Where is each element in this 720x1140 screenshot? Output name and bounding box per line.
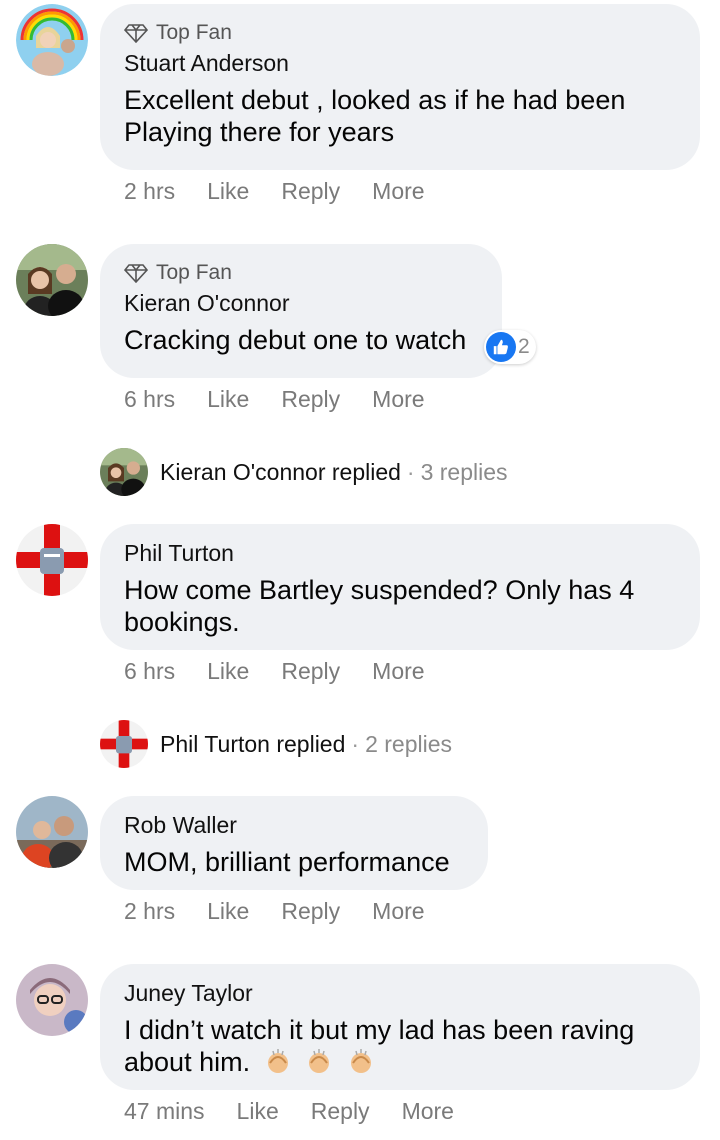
- reply-avatar: [100, 448, 148, 496]
- comment-author[interactable]: Stuart Anderson: [124, 48, 676, 78]
- comment-bubble: Top Fan Stuart Anderson Excellent debut …: [100, 4, 700, 170]
- separator-dot: ·: [406, 458, 415, 485]
- comment-actions: 2 hrs Like Reply More: [124, 178, 457, 205]
- timestamp[interactable]: 47 mins: [124, 1098, 205, 1125]
- avatar-rob[interactable]: [16, 796, 88, 868]
- comment-actions: 6 hrs Like Reply More: [124, 386, 457, 413]
- replies-author: Kieran O'connor replied: [160, 458, 401, 485]
- reply-button[interactable]: Reply: [311, 1098, 370, 1125]
- view-replies[interactable]: Phil Turton replied · 2 replies: [100, 720, 452, 768]
- timestamp[interactable]: 6 hrs: [124, 658, 175, 685]
- timestamp[interactable]: 2 hrs: [124, 178, 175, 205]
- like-button[interactable]: Like: [237, 1098, 279, 1125]
- separator-dot: ·: [351, 730, 360, 757]
- timestamp[interactable]: 6 hrs: [124, 386, 175, 413]
- comment-bubble: Juney Taylor I didn’t watch it but my la…: [100, 964, 700, 1090]
- clapping-hands-icon: [309, 1049, 330, 1073]
- reaction-count: 2: [518, 335, 530, 358]
- more-button[interactable]: More: [372, 178, 424, 205]
- comment-author[interactable]: Rob Waller: [124, 810, 464, 840]
- avatar-juney[interactable]: [16, 964, 88, 1036]
- like-button[interactable]: Like: [207, 658, 249, 685]
- comment-bubble: Top Fan Kieran O'connor Cracking debut o…: [100, 244, 502, 378]
- more-button[interactable]: More: [372, 386, 424, 413]
- comment-actions: 6 hrs Like Reply More: [124, 658, 457, 685]
- more-button[interactable]: More: [372, 898, 424, 925]
- comment-text: I didn’t watch it but my lad has been ra…: [124, 1014, 676, 1078]
- comment-text: How come Bartley suspended? Only has 4 b…: [124, 575, 635, 637]
- like-button[interactable]: Like: [207, 386, 249, 413]
- comment-bubble: Phil Turton How come Bartley suspended? …: [100, 524, 700, 650]
- comment-actions: 2 hrs Like Reply More: [124, 898, 457, 925]
- reply-button[interactable]: Reply: [281, 898, 340, 925]
- clapping-hands-icon: [350, 1049, 371, 1073]
- more-button[interactable]: More: [372, 658, 424, 685]
- top-fan-badge: Top Fan: [124, 18, 676, 48]
- comment-text: Excellent debut , looked as if he had be…: [124, 85, 626, 147]
- badge-label: Top Fan: [156, 21, 232, 44]
- avatar-stuart[interactable]: [16, 4, 88, 76]
- replies-author: Phil Turton replied: [160, 730, 346, 757]
- like-button[interactable]: Like: [207, 898, 249, 925]
- diamond-icon: [124, 264, 148, 283]
- clapping-hands-icon: [267, 1049, 288, 1073]
- avatar-phil[interactable]: [16, 524, 88, 596]
- comment-actions: 47 mins Like Reply More: [124, 1098, 486, 1125]
- reply-button[interactable]: Reply: [281, 658, 340, 685]
- avatar-kieran[interactable]: [16, 244, 88, 316]
- view-replies[interactable]: Kieran O'connor replied · 3 replies: [100, 448, 508, 496]
- replies-count: 3 replies: [420, 458, 508, 485]
- diamond-icon: [124, 24, 148, 43]
- replies-count: 2 replies: [365, 730, 452, 757]
- more-button[interactable]: More: [402, 1098, 454, 1125]
- reaction-summary[interactable]: 2: [484, 330, 536, 364]
- reply-button[interactable]: Reply: [281, 178, 340, 205]
- timestamp[interactable]: 2 hrs: [124, 898, 175, 925]
- comment-text-body: I didn’t watch it but my lad has been ra…: [124, 1015, 635, 1077]
- comment-bubble: Rob Waller MOM, brilliant performance: [100, 796, 488, 890]
- reply-avatar: [100, 720, 148, 768]
- badge-label: Top Fan: [156, 261, 232, 284]
- top-fan-badge: Top Fan: [124, 258, 478, 288]
- like-reaction-icon: [486, 332, 516, 362]
- like-button[interactable]: Like: [207, 178, 249, 205]
- comment-author[interactable]: Kieran O'connor: [124, 288, 478, 318]
- comment-author[interactable]: Phil Turton: [124, 538, 676, 568]
- comment-text: MOM, brilliant performance: [124, 847, 450, 877]
- comment-author[interactable]: Juney Taylor: [124, 978, 676, 1008]
- reply-button[interactable]: Reply: [281, 386, 340, 413]
- comment-text: Cracking debut one to watch: [124, 325, 467, 355]
